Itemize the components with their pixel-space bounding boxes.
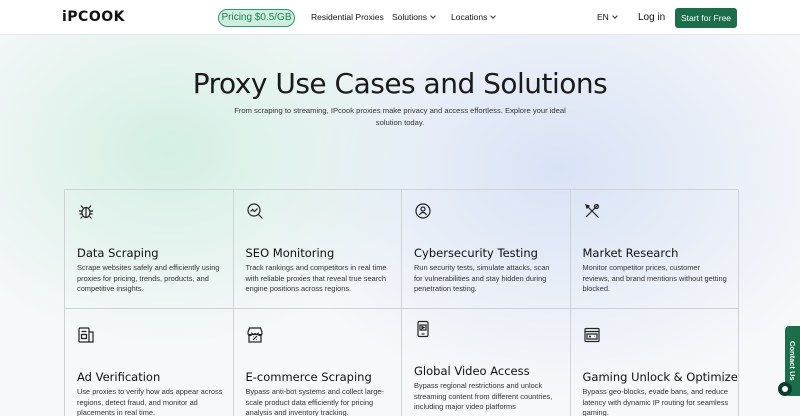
card-title: Gaming Unlock & Optimize <box>582 370 738 384</box>
gaming-icon <box>583 326 601 344</box>
chat-dot <box>782 386 788 392</box>
card-title: Ad Verification <box>77 370 161 384</box>
card-cybersecurity-testing[interactable]: Cybersecurity Testing Run security tests… <box>402 190 571 309</box>
card-ecommerce-scraping[interactable]: E-commerce Scraping Bypass anti-bot syst… <box>234 309 402 416</box>
card-ad-verification[interactable]: Ad Verification Use proxies to verify ho… <box>65 309 234 416</box>
card-title: Data Scraping <box>77 246 159 260</box>
chevron-down-icon <box>430 13 436 19</box>
card-title: Market Research <box>582 246 679 260</box>
top-navbar: iPCOOK Pricing $0.5/GB Residential Proxi… <box>0 0 800 35</box>
language-selector[interactable]: EN <box>597 12 618 22</box>
card-description: Monitor competitor prices, customer revi… <box>582 263 727 294</box>
nav-link-label: Locations <box>451 12 488 22</box>
card-data-scraping[interactable]: Data Scraping Scrape websites safely and… <box>65 190 234 309</box>
logo[interactable]: iPCOOK <box>62 9 125 25</box>
start-free-button[interactable]: Start for Free <box>675 8 737 28</box>
card-description: Bypass geo-blocks, evade bans, and reduc… <box>582 387 729 416</box>
chevron-down-icon <box>490 13 497 19</box>
card-title: Global Video Access <box>414 364 530 378</box>
card-description: Scrape websites safely and efficiently u… <box>77 263 220 294</box>
card-seo-monitoring[interactable]: SEO Monitoring Track rankings and compet… <box>233 190 402 309</box>
card-description: Track rankings and competitors in real t… <box>245 263 387 294</box>
bug-icon <box>77 202 95 220</box>
nav-link-label: Solutions <box>392 12 427 22</box>
store-icon <box>246 326 264 344</box>
nav-residential-proxies[interactable]: Residential Proxies <box>311 12 384 22</box>
card-description: Use proxies to verify how ads appear acr… <box>77 387 223 416</box>
chevron-down-icon <box>611 13 618 19</box>
card-title: E-commerce Scraping <box>245 370 372 384</box>
card-global-video-access[interactable]: Global Video Access Bypass regional rest… <box>402 309 571 416</box>
card-gaming-unlock[interactable]: Gaming Unlock & Optimize Bypass geo-bloc… <box>571 309 739 416</box>
language-label: EN <box>597 12 609 22</box>
nav-link-label: Residential Proxies <box>311 12 384 22</box>
page-subtitle: From scraping to streaming, IPcook proxi… <box>234 106 566 127</box>
chat-icon[interactable] <box>778 382 792 396</box>
nav-locations[interactable]: Locations <box>451 12 497 22</box>
use-cases-grid: Data Scraping Scrape websites safely and… <box>64 189 739 416</box>
tools-icon <box>583 202 601 220</box>
card-title: SEO Monitoring <box>245 246 335 260</box>
card-description: Bypass regional restrictions and unlock … <box>414 381 553 412</box>
card-description: Run security tests, simulate attacks, sc… <box>414 263 550 294</box>
pricing-button[interactable]: Pricing $0.5/GB <box>218 9 295 27</box>
nav-solutions[interactable]: Solutions <box>392 12 436 22</box>
login-link[interactable]: Log in <box>638 12 665 23</box>
video-icon <box>414 320 432 338</box>
card-description: Bypass anti-bot systems and collect larg… <box>245 387 384 416</box>
search-chart-icon <box>246 202 264 220</box>
card-market-research[interactable]: Market Research Monitor competitor price… <box>570 190 739 309</box>
card-title: Cybersecurity Testing <box>414 246 538 260</box>
page-title: Proxy Use Cases and Solutions <box>192 67 608 100</box>
ad-icon <box>77 326 95 344</box>
shield-user-icon <box>414 202 432 220</box>
